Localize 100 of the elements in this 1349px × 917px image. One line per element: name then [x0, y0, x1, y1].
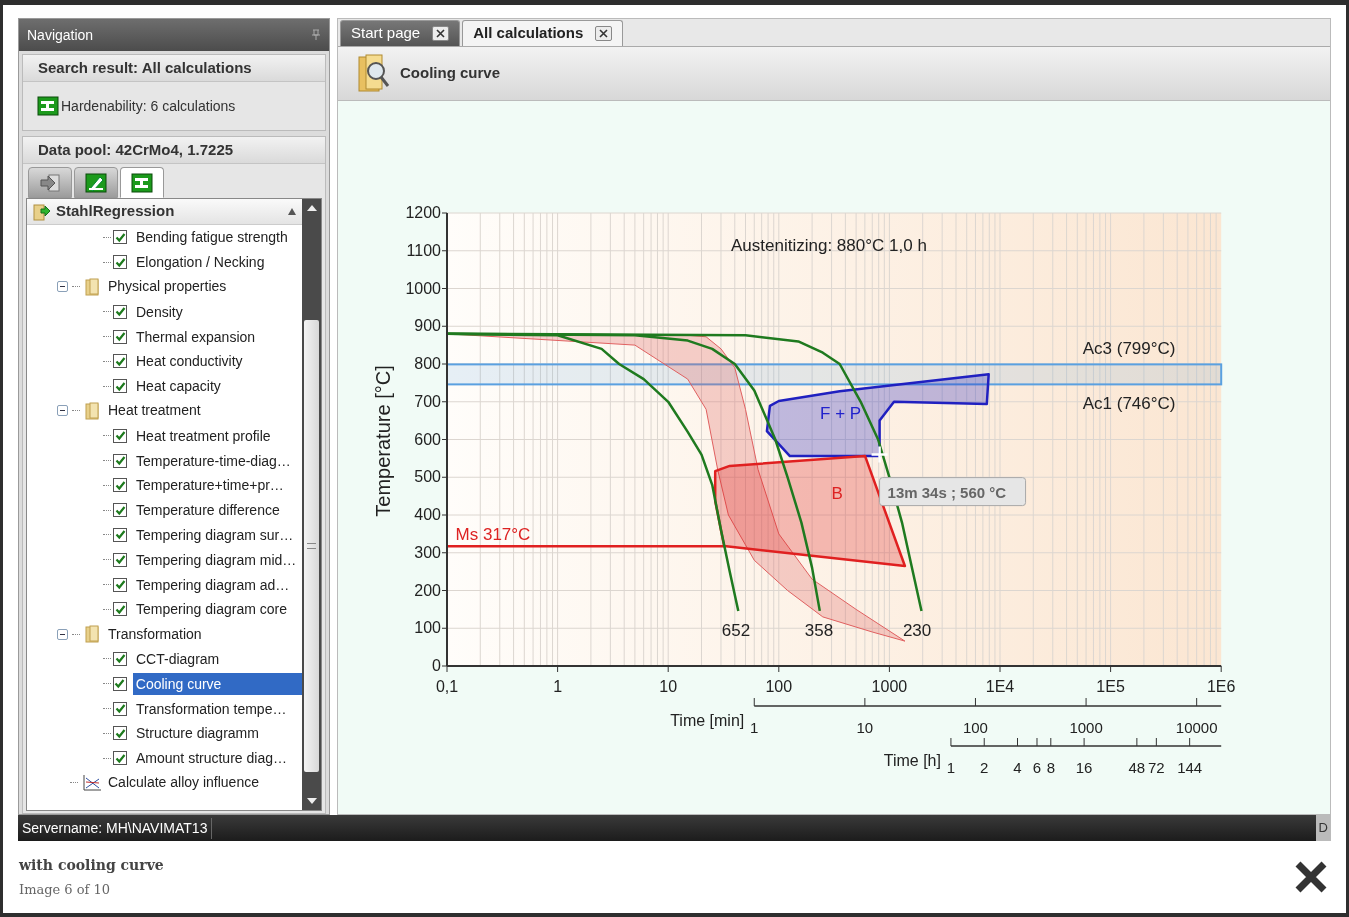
tree-item[interactable]: Calculate alloy influence: [106, 772, 261, 794]
checkbox[interactable]: [113, 379, 127, 394]
x-tick-label: 1E4: [985, 678, 1015, 695]
tree-item[interactable]: Temperature difference: [133, 499, 283, 522]
y-axis-title: Temperature [°C]: [372, 365, 394, 517]
checkbox[interactable]: [113, 577, 127, 592]
tree-item[interactable]: Heat treatment profile: [133, 424, 274, 447]
time-tick-label: 2: [980, 759, 989, 776]
image-counter: Image 6 of 10: [19, 881, 112, 899]
x-tick-label: 100: [765, 678, 793, 695]
beam-profile-icon: [131, 172, 153, 193]
y-tick-label: 600: [414, 430, 441, 448]
checkbox[interactable]: [113, 230, 127, 245]
folder-icon: [84, 625, 102, 644]
checkbox[interactable]: [113, 751, 127, 766]
tree-item[interactable]: Amount structure diag…: [133, 747, 290, 770]
collapse-toggle[interactable]: [57, 405, 68, 417]
checkbox[interactable]: [113, 453, 127, 468]
y-tick-label: 1000: [405, 279, 441, 297]
tree-item[interactable]: Tempering diagram sur…: [133, 523, 297, 546]
checkbox[interactable]: [113, 552, 127, 567]
checkbox[interactable]: [113, 503, 127, 518]
tree-item[interactable]: Heat conductivity: [133, 350, 246, 373]
view-tab[interactable]: [28, 167, 72, 198]
folder-arrow-icon: [32, 201, 52, 222]
x-tick-label: 0,1: [435, 678, 459, 695]
y-tick-label: 500: [414, 468, 441, 486]
view-tab[interactable]: [120, 167, 164, 198]
time-tick-label: 4: [1013, 759, 1022, 776]
checkbox[interactable]: [113, 428, 127, 443]
folder-icon: [84, 278, 102, 296]
document-tab[interactable]: Start page: [340, 20, 461, 46]
chart-annotation: F + P: [820, 404, 862, 424]
checkbox[interactable]: [113, 527, 127, 542]
checkbox[interactable]: [112, 676, 127, 691]
checkbox[interactable]: [113, 651, 127, 666]
document-tab[interactable]: All calculations: [462, 20, 624, 46]
crosshair-icon: [870, 445, 889, 464]
tree-item[interactable]: Tempering diagram core: [133, 598, 290, 621]
curve-label: 358: [804, 621, 834, 641]
result-link[interactable]: Hardenability: 6 calculations: [61, 95, 236, 117]
chart-annotation: Austenitizing: 880°C 1,0 h: [731, 236, 927, 256]
time-tick-label: 48: [1128, 759, 1146, 776]
y-tick-label: 1200: [405, 204, 441, 221]
time-tick-label: 144: [1177, 759, 1203, 776]
checkbox[interactable]: [113, 701, 127, 716]
pin-icon[interactable]: [311, 29, 321, 41]
y-tick-label: 700: [414, 392, 441, 410]
checkbox[interactable]: [113, 726, 127, 741]
close-tab-icon[interactable]: [432, 26, 450, 41]
chart-annotation: Ac3 (799°C): [1082, 339, 1176, 359]
tree-item[interactable]: Physical properties: [106, 276, 229, 298]
pencil-icon: [85, 172, 107, 193]
tree-item[interactable]: Bending fatigue strength: [133, 226, 291, 249]
tree-item[interactable]: Transformation tempe…: [133, 697, 290, 720]
tree-item[interactable]: CCT-diagram: [133, 647, 223, 670]
time-tick-label: 6: [1032, 759, 1042, 776]
tree-item[interactable]: Tempering diagram ad…: [133, 573, 293, 596]
tree-item[interactable]: Structure diagramm: [133, 722, 262, 745]
x-tick-label: 1: [553, 678, 563, 695]
tree-item[interactable]: Temperature-time-diag…: [133, 449, 294, 472]
y-tick-label: 900: [414, 317, 441, 335]
curve-label: 652: [721, 621, 751, 641]
checkbox[interactable]: [113, 304, 127, 319]
section-header: Data pool: 42CrMo4, 1.7225: [23, 137, 325, 164]
x-tick-label: 1E5: [1096, 678, 1125, 695]
chart-lines-icon: [82, 773, 102, 792]
y-tick-label: 400: [414, 506, 441, 523]
tree-item[interactable]: Transformation: [106, 623, 204, 645]
scrollbar-thumb[interactable]: [304, 320, 319, 772]
tree-item[interactable]: Elongation / Necking: [133, 251, 268, 274]
collapse-toggle[interactable]: [57, 628, 68, 640]
collapse-toggle[interactable]: [57, 281, 68, 293]
y-tick-label: 0: [432, 657, 441, 674]
tree-item[interactable]: Cooling curve: [132, 672, 302, 695]
close-tab-icon[interactable]: [595, 26, 613, 41]
checkbox[interactable]: [113, 354, 127, 369]
collapse-arrow-icon[interactable]: [287, 207, 297, 216]
axis-title: Time [h]: [883, 752, 941, 769]
tree-item[interactable]: Heat treatment: [106, 400, 203, 422]
close-icon[interactable]: [1294, 860, 1328, 895]
tree-item[interactable]: Tempering diagram mid…: [133, 548, 300, 571]
arrow-in-box-icon: [39, 172, 61, 193]
tree-item[interactable]: Heat capacity: [133, 375, 224, 398]
chart-annotation: B: [831, 484, 843, 504]
checkbox[interactable]: [113, 478, 127, 493]
time-tick-label: 8: [1046, 759, 1055, 776]
time-tick-label: 1000: [1069, 719, 1103, 736]
tree-item[interactable]: Temperature+time+pr…: [133, 474, 287, 497]
tree-root-label[interactable]: StahlRegression: [56, 200, 283, 223]
tree-item[interactable]: Density: [133, 300, 186, 323]
checkbox[interactable]: [113, 602, 127, 617]
chart-annotation: Ac1 (746°C): [1082, 393, 1176, 413]
view-tab[interactable]: [74, 167, 118, 198]
scrollbar[interactable]: [302, 199, 321, 810]
tree-item[interactable]: Thermal expansion: [133, 325, 259, 348]
checkbox[interactable]: [113, 329, 127, 344]
status-button[interactable]: D: [1315, 815, 1331, 841]
checkbox[interactable]: [113, 255, 127, 270]
x-tick-label: 1000: [871, 678, 908, 695]
